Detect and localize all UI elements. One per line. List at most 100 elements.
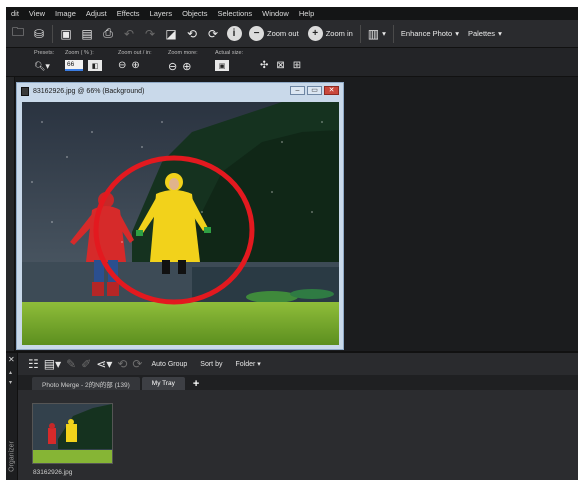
rotate-right-button[interactable]: ⟳ [205,24,221,44]
save-button[interactable]: ▣ [58,24,74,44]
image-canvas[interactable] [22,102,339,345]
zoom-more-in-icon[interactable]: ⊕ [182,60,191,73]
document-menu-icon[interactable]: ▤▾ [44,357,61,371]
tab-my-tray[interactable]: My Tray [141,377,185,390]
menu-bar: dit View Image Adjust Effects Layers Obj… [6,7,578,20]
menu-objects[interactable]: Objects [177,9,212,18]
rotate-left-icon: ⟲ [186,26,198,41]
menu-view[interactable]: View [24,9,50,18]
fit-screen-icon[interactable]: ⊞ [293,60,301,71]
crop-button[interactable]: ◪ [163,24,179,44]
menu-adjust[interactable]: Adjust [81,9,112,18]
zoom-more-label: Zoom more: [168,50,198,56]
toolbar-divider [392,24,394,43]
zoom-more-out-icon[interactable]: ⊖ [168,60,177,73]
close-button[interactable]: ✕ [324,86,339,95]
open-folder-button[interactable]: 🗀 [10,24,26,44]
paintshop-app-window: dit View Image Adjust Effects Layers Obj… [6,7,578,480]
tools-strip [6,77,15,351]
palettes-label: Palettes [467,29,496,38]
rotate-left-icon[interactable]: ⟲ [117,357,127,371]
zoom-preset-icon: 🔍︎▾ [34,61,50,71]
organizer-panel: ✕ ▴ ▾ Organizer ☷ ▤▾ ✎ ✐ ⋖▾ ⟲ ⟳ Auto Gro… [6,351,578,480]
fit-image-icon[interactable]: ⊠ [276,60,284,71]
menu-image[interactable]: Image [50,9,81,18]
organizer-side-strip: ✕ ▴ ▾ Organizer [6,353,18,480]
zoom-stepper[interactable]: ◧ [88,60,102,71]
menu-layers[interactable]: Layers [145,9,178,18]
organizer-label: Organizer [8,441,16,472]
zoom-out-label: Zoom out [267,29,299,38]
palettes-menu[interactable]: Palettes ▾ [466,24,504,44]
document-menu-button[interactable]: ▥ ▾ [366,24,388,44]
print-button[interactable]: ⎙ [100,24,116,44]
zoom-in-small-icon[interactable]: ⊕ [131,60,139,71]
zoom-in-label: Zoom in [325,29,353,38]
enhance-photo-label: Enhance Photo [400,29,453,38]
list-view-icon[interactable]: ☷ [28,357,39,371]
sort-by-button[interactable]: Sort by [196,359,226,370]
zoom-percent-label: Zoom ( % ): [65,50,94,56]
enhance-photo-menu[interactable]: Enhance Photo ▾ [399,24,461,44]
rotate-right-icon[interactable]: ⟳ [132,357,142,371]
chevron-down-icon: ▾ [382,29,386,38]
redo-button[interactable]: ↷ [142,24,158,44]
tray-area: 83162926.jpg [18,390,578,480]
browse-button[interactable]: ⛁ [31,24,47,44]
toolbar-divider [359,24,361,43]
standard-toolbar: 🗀 ⛁ ▣ ▤ ⎙ ↶ ↷ ◪ ⟲ ⟳ i − Zoom out + Zoom … [6,20,578,48]
menu-window[interactable]: Window [257,9,294,18]
edit-icon[interactable]: ✎ [66,357,76,371]
document-icon: ▥ [367,26,380,41]
tab-photo-merge[interactable]: Photo Merge - 2的N的部 (139) [32,377,140,390]
zoom-percent-group: Zoom ( % ): 66 ◧ [65,50,102,71]
menu-help[interactable]: Help [294,9,319,18]
maximize-button[interactable]: ▭ [307,86,322,95]
collapse-down-icon[interactable]: ▾ [9,379,12,386]
folder-icon: 🗀 [11,25,24,39]
actual-size-label: Actual size: [215,50,244,56]
menu-edit[interactable]: dit [6,9,24,18]
add-tab-button[interactable]: + [187,377,205,390]
document-title: 83162926.jpg @ 66% (Background) [33,88,145,95]
share-icon[interactable]: ⋖▾ [96,357,112,371]
thumbnail-filename: 83162926.jpg [33,469,73,476]
zoom-out-button[interactable]: − Zoom out [247,24,301,44]
minimize-button[interactable]: – [290,86,305,95]
rotate-left-button[interactable]: ⟲ [184,24,200,44]
close-organizer-icon[interactable]: ✕ [8,355,15,364]
actual-size-group: Actual size: ▣ [215,50,243,71]
chevron-down-icon: ▾ [455,29,459,38]
fit-window-icon[interactable]: ✣ [260,60,268,71]
organizer-toolbar: ☷ ▤▾ ✎ ✐ ⋖▾ ⟲ ⟳ Auto Group Sort by Folde… [18,353,578,375]
presets-dropdown[interactable]: 🔍︎▾ [34,60,50,72]
presets-group: Presets: 🔍︎▾ [34,50,54,72]
folder-dropdown[interactable]: Folder ▾ [231,358,264,370]
organizer-tabs: Photo Merge - 2的N的部 (139) My Tray + [18,375,578,390]
undo-button[interactable]: ↶ [121,24,137,44]
thumbnail[interactable] [32,403,113,464]
menu-selections[interactable]: Selections [213,9,258,18]
collapse-up-icon[interactable]: ▴ [9,369,12,376]
document-icon [21,87,29,96]
workspace: 83162926.jpg @ 66% (Background) – ▭ ✕ [6,77,578,351]
chevron-down-icon: ▾ [257,361,261,368]
save-as-button[interactable]: ▤ [79,24,95,44]
info-button[interactable]: i [226,24,242,44]
crop-icon: ◪ [165,26,177,41]
tool-options-bar: Presets: 🔍︎▾ Zoom ( % ): 66 ◧ Zoom out /… [6,48,578,77]
zoom-percent-input[interactable]: 66 [65,60,83,71]
zoom-out-small-icon[interactable]: ⊖ [118,60,126,71]
toolbar-divider [52,24,53,43]
drive-icon: ⛁ [33,26,45,41]
save-icon: ▣ [60,26,72,41]
rotate-right-icon: ⟳ [207,26,219,41]
auto-group-button[interactable]: Auto Group [147,359,191,370]
actual-size-button[interactable]: ▣ [215,60,229,71]
save-as-icon: ▤ [81,26,93,41]
document-window[interactable]: 83162926.jpg @ 66% (Background) – ▭ ✕ [16,82,344,350]
zoom-in-button[interactable]: + Zoom in [306,24,355,44]
edit-alt-icon[interactable]: ✐ [81,357,91,371]
menu-effects[interactable]: Effects [112,9,145,18]
window-controls: – ▭ ✕ [290,86,339,95]
